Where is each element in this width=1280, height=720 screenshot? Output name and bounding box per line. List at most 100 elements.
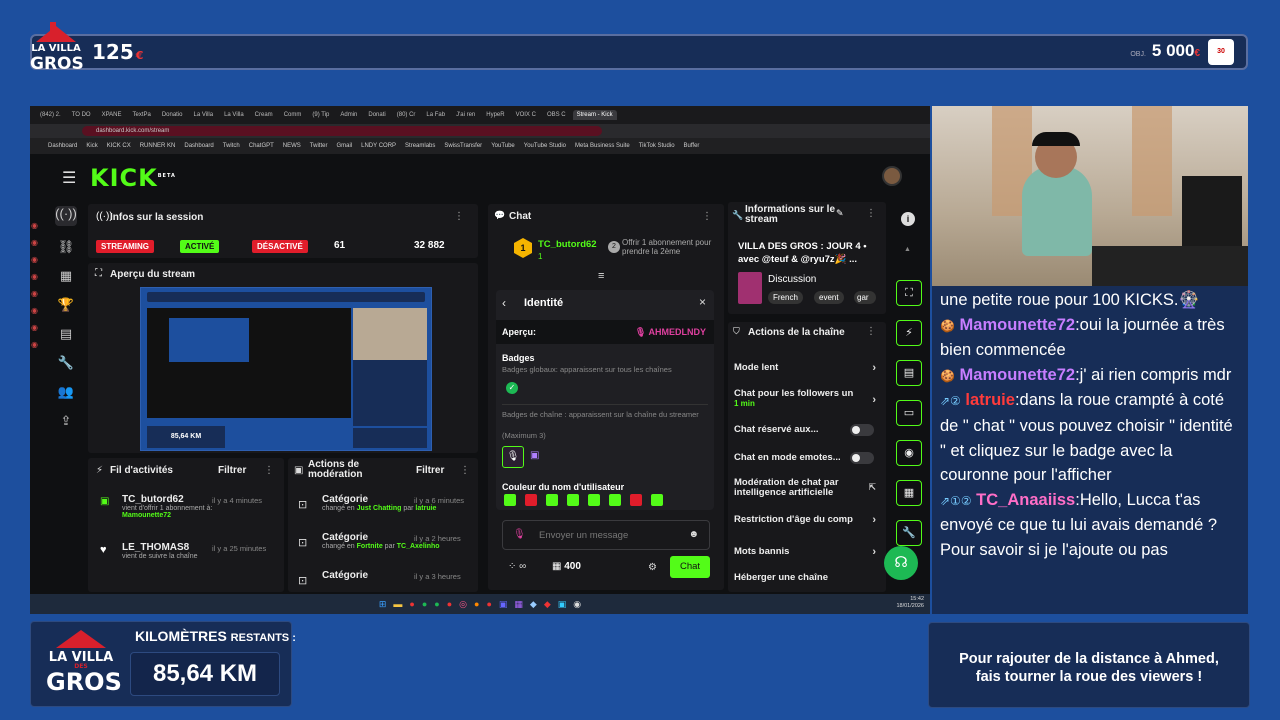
vip-badge-icon[interactable]: 🎙 bbox=[502, 446, 524, 468]
bookmark-item[interactable]: ChatGPT bbox=[249, 143, 274, 149]
browser-tab[interactable]: Donatio bbox=[158, 110, 187, 120]
bookmark-item[interactable]: YouTube bbox=[491, 143, 515, 149]
chat-input[interactable]: 🎙 Envoyer un message ☻ bbox=[502, 520, 710, 550]
bookmark-item[interactable]: Meta Business Suite bbox=[575, 143, 630, 149]
app-icon[interactable]: ◆ bbox=[530, 599, 537, 610]
folder-icon[interactable]: ▬ bbox=[393, 599, 402, 609]
browser-tab[interactable]: XPANE bbox=[98, 110, 126, 120]
browser-tab[interactable]: Donati bbox=[364, 110, 389, 120]
browser-tab[interactable]: VOIX C bbox=[512, 110, 540, 120]
tag-chip[interactable]: event bbox=[814, 291, 844, 304]
emote-icon[interactable] bbox=[651, 494, 663, 506]
system-clock[interactable]: 15:42 18/01/2026 bbox=[896, 596, 924, 610]
info-icon[interactable]: i bbox=[901, 212, 915, 226]
browser-tab-bar[interactable]: (842) 2. TO DO XPANE TextPa Donatio La Villa L… bbox=[30, 106, 930, 124]
ai-moderation-item[interactable]: Modération de chat par intelligence arti… bbox=[734, 478, 880, 498]
back-icon[interactable]: ‹ bbox=[502, 296, 506, 310]
browser-tab[interactable]: (9) Tip bbox=[308, 110, 333, 120]
browser-tab[interactable]: La Villa bbox=[190, 110, 218, 120]
host-channel-item[interactable]: Héberger une chaîne bbox=[734, 572, 880, 583]
browser-tab[interactable]: Cream bbox=[251, 110, 277, 120]
analytics-icon[interactable]: ▦ bbox=[60, 268, 72, 284]
chat-send-button[interactable]: Chat bbox=[670, 556, 710, 578]
more-icon[interactable]: ⋮ bbox=[454, 211, 464, 222]
more-icon[interactable]: ⋮ bbox=[702, 211, 712, 222]
extension-icon[interactable]: ◉ bbox=[31, 306, 41, 315]
notes-icon[interactable]: ▤ bbox=[896, 360, 922, 386]
app-icon[interactable]: ▣ bbox=[558, 599, 567, 610]
verified-badge-icon[interactable]: ✓ bbox=[506, 382, 518, 394]
bolt-icon[interactable]: ⚡ bbox=[896, 320, 922, 346]
address-bar[interactable]: dashboard.kick.com/stream bbox=[30, 124, 930, 138]
emote-icon[interactable] bbox=[630, 494, 642, 506]
emote-toggle[interactable] bbox=[850, 452, 874, 464]
channel-points[interactable]: ▦ 400 bbox=[552, 561, 581, 572]
browser-tab[interactable]: TO DO bbox=[68, 110, 95, 120]
bookmarks-bar[interactable]: Dashboard Kick KICK CX RUNNER KN Dashboard Tw… bbox=[30, 138, 930, 154]
windows-start-icon[interactable]: ⊞ bbox=[379, 599, 387, 610]
bookmark-item[interactable]: KICK CX bbox=[107, 143, 131, 149]
close-icon[interactable]: × bbox=[699, 295, 706, 309]
emote-icon[interactable] bbox=[546, 494, 558, 506]
app-icon[interactable]: ● bbox=[434, 599, 439, 609]
more-icon[interactable]: ⋮ bbox=[460, 465, 470, 476]
category-name[interactable]: Discussion bbox=[768, 274, 816, 285]
extension-icon[interactable]: ◉ bbox=[31, 272, 41, 281]
emote-icon[interactable] bbox=[567, 494, 579, 506]
app-icon[interactable]: ▣ bbox=[499, 599, 508, 610]
bookmark-item[interactable]: LNDY CORP bbox=[361, 143, 396, 149]
spotify-icon[interactable]: ● bbox=[422, 599, 427, 609]
layout-icon[interactable]: ▤ bbox=[60, 326, 72, 342]
emote-icon[interactable] bbox=[588, 494, 600, 506]
bookmark-item[interactable]: TikTok Studio bbox=[639, 143, 675, 149]
browser-tab[interactable]: J'ai ren bbox=[452, 110, 479, 120]
activity-filter-button[interactable]: Filtrer bbox=[218, 465, 246, 476]
emote-icon[interactable] bbox=[525, 494, 537, 506]
moderation-filter-button[interactable]: Filtrer bbox=[416, 465, 444, 476]
browser-tab[interactable]: HypeR bbox=[482, 110, 508, 120]
more-icon[interactable]: ⋮ bbox=[264, 465, 274, 476]
bookmark-item[interactable]: Twitch bbox=[223, 143, 240, 149]
bookmark-item[interactable]: RUNNER KN bbox=[140, 143, 176, 149]
extension-icon[interactable]: ◉ bbox=[31, 238, 41, 247]
bookmark-item[interactable]: Twitter bbox=[310, 143, 328, 149]
extension-icon[interactable]: ◉ bbox=[31, 323, 41, 332]
app-icon[interactable]: ● bbox=[486, 599, 491, 609]
browser-tab[interactable]: La Villa bbox=[220, 110, 248, 120]
banned-words-item[interactable]: Mots bannis › bbox=[734, 546, 880, 558]
followers-only-item[interactable]: Chat pour les followers un 1 min › bbox=[734, 388, 880, 408]
subscribers-only-item[interactable]: Chat réservé aux... bbox=[734, 424, 880, 436]
sub-badge-icon[interactable]: ▣ bbox=[530, 450, 539, 461]
link-icon[interactable]: ⛓ bbox=[58, 239, 75, 255]
browser-tab[interactable]: (80) Cr bbox=[393, 110, 420, 120]
kick-logo[interactable]: KICKBETA bbox=[90, 164, 176, 192]
bookmark-item[interactable]: NEWS bbox=[283, 143, 301, 149]
browser-tab[interactable]: Admin bbox=[336, 110, 361, 120]
app-icon[interactable]: ▦ bbox=[514, 599, 523, 610]
bookmark-item[interactable]: SwissTransfer bbox=[444, 143, 482, 149]
layout-icon[interactable]: ▦ bbox=[896, 480, 922, 506]
age-restriction-item[interactable]: Restriction d'âge du comp › bbox=[734, 514, 880, 526]
firefox-icon[interactable]: ● bbox=[474, 599, 479, 609]
tag-chip[interactable]: gar bbox=[854, 291, 876, 304]
app-icon[interactable]: ● bbox=[409, 599, 414, 609]
bookmark-item[interactable]: YouTube Studio bbox=[524, 143, 566, 149]
extension-icon[interactable]: ◉ bbox=[31, 221, 41, 230]
extension-icon[interactable]: ◉ bbox=[31, 340, 41, 349]
menu-icon[interactable]: ☰ bbox=[62, 168, 76, 188]
bookmark-item[interactable]: Buffer bbox=[684, 143, 700, 149]
extension-icon[interactable]: ◉ bbox=[31, 289, 41, 298]
trophy-icon[interactable]: 🏆 bbox=[58, 297, 74, 313]
bookmark-item[interactable]: Dashboard bbox=[48, 143, 77, 149]
emote-mode-item[interactable]: Chat en mode emotes... bbox=[734, 452, 880, 464]
bookmark-item[interactable]: Gmail bbox=[336, 143, 352, 149]
bookmark-item[interactable]: Kick bbox=[86, 143, 97, 149]
expand-icon[interactable]: ≡ bbox=[598, 270, 604, 282]
emoji-icon[interactable]: ☻ bbox=[688, 529, 699, 540]
bookmark-item[interactable]: Streamlabs bbox=[405, 143, 435, 149]
support-headset-icon[interactable]: ☊ bbox=[884, 546, 918, 580]
browser-tab[interactable]: TextPa bbox=[128, 110, 154, 120]
pinned-user[interactable]: TC_butord62 bbox=[538, 239, 597, 250]
app-icon[interactable]: ◎ bbox=[459, 599, 467, 610]
emote-icon[interactable] bbox=[504, 494, 516, 506]
